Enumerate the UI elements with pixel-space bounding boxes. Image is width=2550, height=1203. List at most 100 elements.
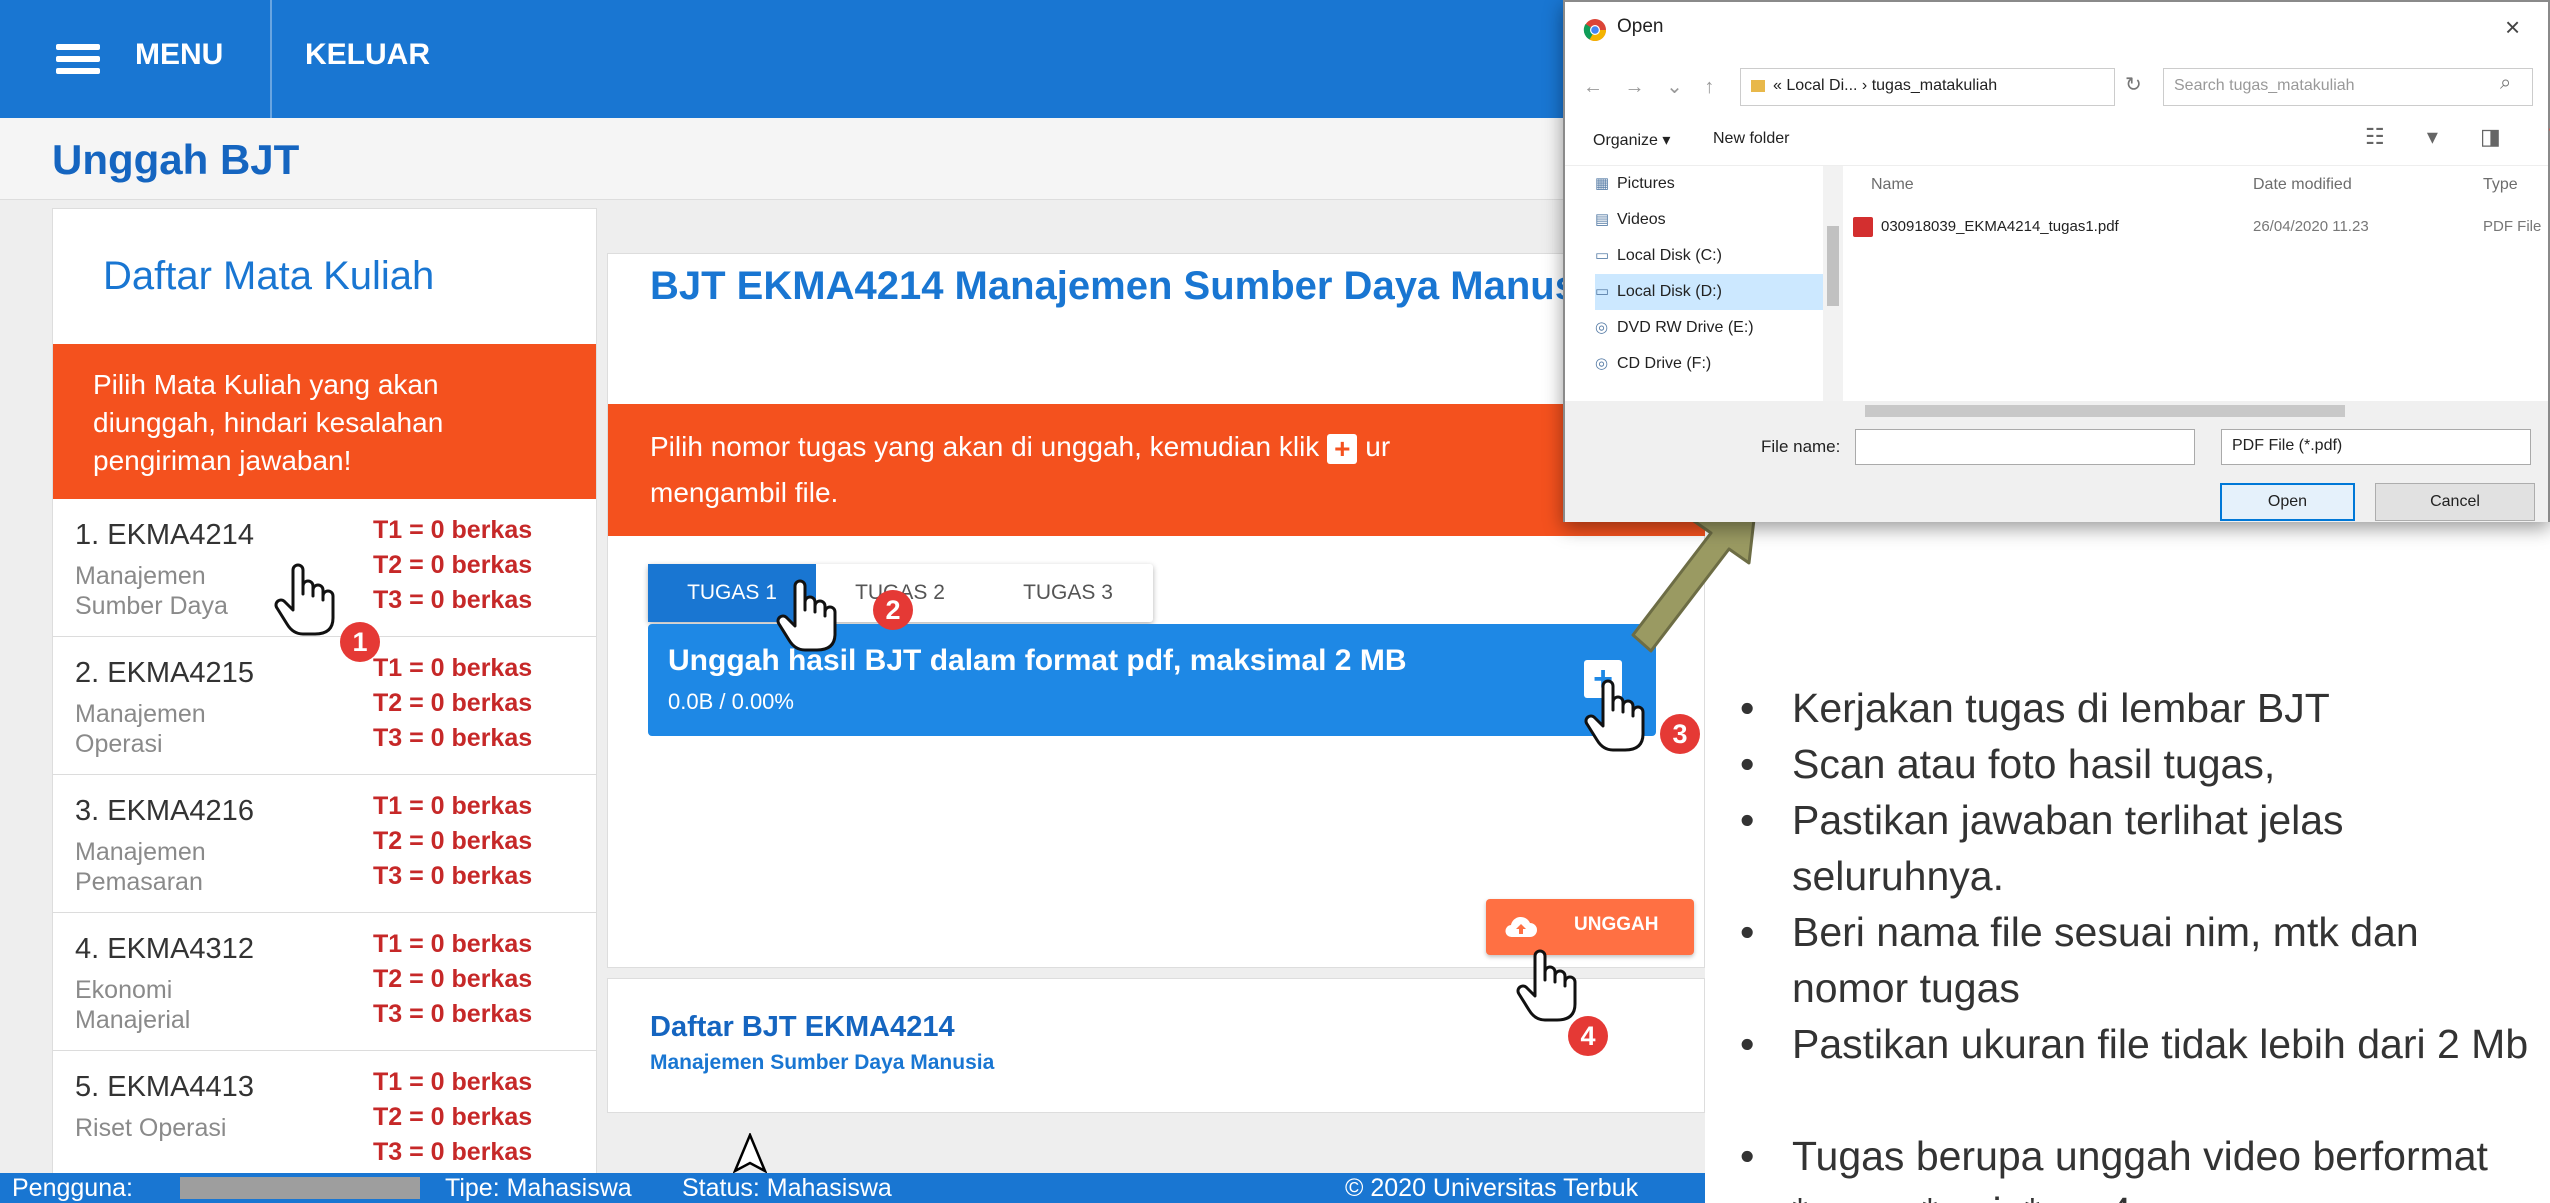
nav-item-videos[interactable]: ▤ Videos [1595,202,1825,238]
nav-label: Local Disk (D:) [1617,283,1722,300]
top-navbar: MENU KELUAR [0,0,1705,118]
nav-item-cd-drive[interactable]: ◎ CD Drive (F:) [1595,346,1825,382]
nav-scrollbar-thumb[interactable] [1827,226,1839,306]
plus-icon: + [1327,433,1358,464]
hand-cursor-icon [1516,949,1577,1022]
hand-cursor-icon [776,579,837,652]
bullet: • [1740,797,1755,843]
task2-count: T2 = 0 berkas [373,827,533,855]
upload-note-text: ur [1365,431,1391,462]
search-icon: ⌕ [2500,72,2512,94]
view-options-icons[interactable]: ☷ ▾ ◨ ❓ [2365,124,2550,150]
step-marker-2: 2 [873,590,913,630]
file-name: 030918039_EKMA4214_tugas1.pdf [1881,218,2119,235]
course-code: 5. EKMA4413 [75,1071,254,1103]
column-name[interactable]: Name [1871,176,1914,194]
task3-count: T3 = 0 berkas [373,1000,533,1028]
course-item[interactable]: 3. EKMA4216 Manajemen Pemasaran T1 = 0 b… [53,775,596,913]
step-marker-3: 3 [1660,714,1700,754]
cancel-button[interactable]: Cancel [2375,483,2535,521]
task3-count: T3 = 0 berkas [373,862,533,890]
task3-count: T3 = 0 berkas [373,586,533,614]
navigation-arrows[interactable]: ← → ⌄ ↑ [1583,74,1722,99]
course-item[interactable]: 2. EKMA4215 Manajemen Operasi T1 = 0 ber… [53,637,596,775]
nav-label: Pictures [1617,175,1675,192]
task3-count: T3 = 0 berkas [373,724,533,752]
course-code: 1. EKMA4214 [75,519,254,551]
disk-icon: ▭ [1595,247,1610,264]
dvd-icon: ◎ [1595,319,1609,336]
instruction-list: • Kerjakan tugas di lembar BJT • Scan atau… [1740,660,2550,1203]
task1-count: T1 = 0 berkas [373,1068,533,1096]
course-list-panel: Daftar Mata Kuliah Pilih Mata Kuliah yan… [52,208,597,1178]
navigation-pane: ▦ Pictures ▤ Videos ▭ Local Disk (C:) ▭ Loca… [1565,166,1843,401]
hamburger-menu-icon[interactable] [56,44,100,74]
address-bar[interactable]: « Local Di... › tugas_matakuliah [1740,68,2115,106]
task2-count: T2 = 0 berkas [373,689,533,717]
navbar-divider [270,0,272,118]
course-name: Manajemen Pemasaran [75,838,206,896]
upload-panel: BJT EKMA4214 Manajemen Sumber Daya Manus… [607,253,1705,968]
mouse-pointer-icon [733,1133,767,1173]
course-name: Riset Operasi [75,1114,227,1142]
nav-label: Videos [1617,211,1666,228]
instruction-text: Kerjakan tugas di lembar BJT [1792,685,2330,731]
bullet: • [1740,1021,1755,1067]
upload-instruction: Pilih nomor tugas yang akan di unggah, k… [608,404,1705,536]
file-item[interactable]: 030918039_EKMA4214_tugas1.pdf 26/04/2020… [1853,210,2543,244]
folder-icon [1751,79,1765,92]
bullet: • [1740,909,1755,955]
upload-note-text: Pilih nomor tugas yang akan di unggah, k… [650,431,1320,462]
nav-label: DVD RW Drive (E:) [1617,319,1754,336]
step-marker-1: 1 [340,622,380,662]
file-type: PDF File [2483,218,2542,235]
file-list: Name Date modified Type 030918039_EKMA42… [1843,166,2548,401]
course-code: 4. EKMA4312 [75,933,254,965]
organize-menu[interactable]: Organize ▾ [1593,130,1670,150]
disk-icon: ▭ [1595,283,1610,300]
footer-user-label: Pengguna: [12,1174,133,1202]
task3-count: T3 = 0 berkas [373,1138,533,1166]
open-button[interactable]: Open [2220,483,2355,521]
course-file-counts: T1 = 0 berkas T2 = 0 berkas T3 = 0 berka… [373,789,532,894]
nav-item-local-disk-c[interactable]: ▭ Local Disk (C:) [1595,238,1825,274]
tab-tugas-3[interactable]: TUGAS 3 [984,564,1152,622]
search-input[interactable]: Search tugas_matakuliah [2163,68,2533,106]
dialog-title: Open [1617,16,1664,37]
refresh-icon[interactable]: ↻ [2125,72,2142,97]
course-file-counts: T1 = 0 berkas T2 = 0 berkas T3 = 0 berka… [373,1065,532,1170]
task1-count: T1 = 0 berkas [373,516,533,544]
task2-count: T2 = 0 berkas [373,551,533,579]
task2-count: T2 = 0 berkas [373,965,533,993]
upload-submit-label: UNGGAH [1574,914,1659,935]
column-date-modified[interactable]: Date modified [2253,176,2352,194]
hand-cursor-icon [274,563,335,636]
new-folder-button[interactable]: New folder [1713,130,1789,148]
course-name: Manajemen Operasi [75,700,206,758]
task1-count: T1 = 0 berkas [373,654,533,682]
menu-button[interactable]: MENU [135,38,223,72]
nav-item-local-disk-d[interactable]: ▭ Local Disk (D:) [1595,274,1825,310]
nav-item-pictures[interactable]: ▦ Pictures [1595,166,1825,202]
instruction-text: Pastikan jawaban terlihat jelas seluruhn… [1792,797,2344,899]
file-name-input[interactable] [1855,429,2195,465]
file-type-filter[interactable]: PDF File (*.pdf) [2221,429,2531,465]
instruction-text: Scan atau foto hasil tugas, [1792,741,2276,787]
course-item[interactable]: 4. EKMA4312 Ekonomi Manajerial T1 = 0 be… [53,913,596,1051]
nav-item-dvd-drive[interactable]: ◎ DVD RW Drive (E:) [1595,310,1825,346]
horizontal-scrollbar-thumb[interactable] [1865,405,2345,417]
address-path: « Local Di... › tugas_matakuliah [1773,77,1998,94]
task2-count: T2 = 0 berkas [373,1103,533,1131]
logout-button[interactable]: KELUAR [305,38,430,72]
task1-count: T1 = 0 berkas [373,792,533,820]
web-app: MENU KELUAR Unggah BJT Daftar Mata Kulia… [0,0,1705,1203]
bjt-list-title: Daftar BJT EKMA4214 [650,1011,955,1043]
nav-label: Local Disk (C:) [1617,247,1722,264]
task1-count: T1 = 0 berkas [373,930,533,958]
course-item[interactable]: 5. EKMA4413 Riset Operasi T1 = 0 berkas … [53,1051,596,1177]
close-icon[interactable]: × [2505,12,2520,43]
dialog-bottom-area: File name: PDF File (*.pdf) Open Cancel [1565,421,2548,522]
horizontal-scrollbar[interactable] [1565,401,2548,421]
column-type[interactable]: Type [2483,176,2518,194]
redacted-username [180,1177,420,1199]
